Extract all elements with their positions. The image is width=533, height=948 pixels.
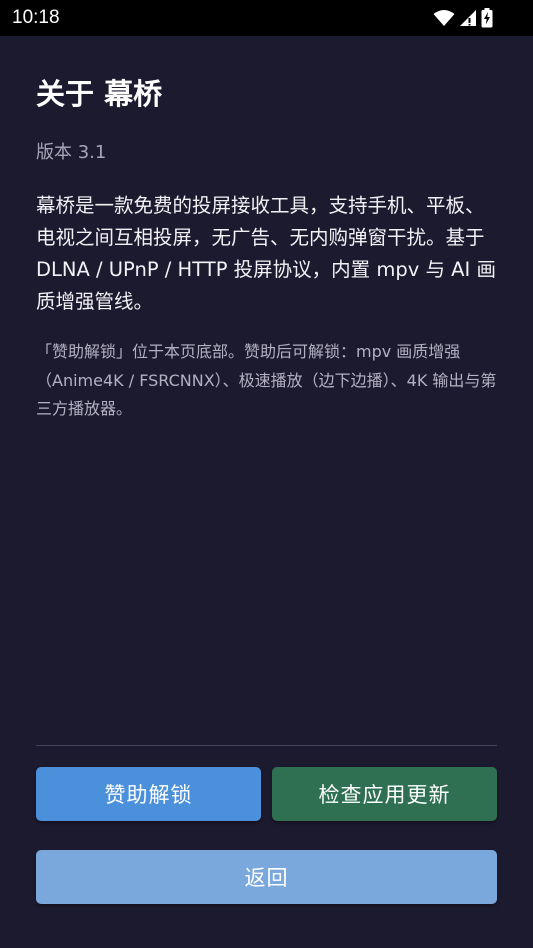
check-update-button[interactable]: 检查应用更新 bbox=[272, 767, 497, 821]
sponsor-note: 「赞助解锁」位于本页底部。赞助后可解锁：mpv 画质增强（Anime4K / F… bbox=[36, 342, 497, 418]
page-title: 关于 幕桥 bbox=[36, 77, 163, 111]
status-time: 10:18 bbox=[12, 7, 60, 28]
version-text: 版本 3.1 bbox=[36, 142, 107, 163]
status-bar: 10:18 bbox=[0, 0, 533, 36]
divider bbox=[36, 745, 497, 746]
status-icons bbox=[433, 7, 493, 29]
wifi-icon bbox=[433, 9, 455, 27]
back-button[interactable]: 返回 bbox=[36, 850, 497, 904]
sponsor-unlock-button[interactable]: 赞助解锁 bbox=[36, 767, 261, 821]
signal-icon bbox=[459, 9, 477, 27]
battery-charging-icon bbox=[481, 8, 493, 28]
app-description: 幕桥是一款免费的投屏接收工具，支持手机、平板、电视之间互相投屏，无广告、无内购弹… bbox=[36, 194, 496, 313]
